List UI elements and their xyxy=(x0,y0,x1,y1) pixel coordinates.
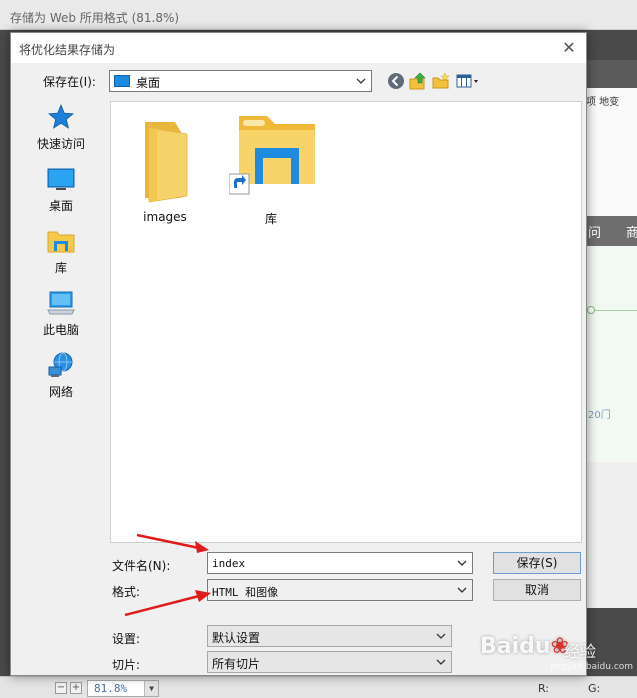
desktop-icon xyxy=(47,168,75,190)
computer-icon xyxy=(47,291,75,315)
close-icon[interactable]: ✕ xyxy=(558,37,580,59)
format-value: HTML 和图像 xyxy=(212,586,279,599)
desktop-icon xyxy=(114,75,130,87)
app-chart-dot xyxy=(587,306,595,314)
settings-label: 设置: xyxy=(112,632,141,646)
slices-select[interactable]: 所有切片 xyxy=(207,651,452,673)
dialog-titlebar: 将优化结果存储为 ✕ xyxy=(11,33,586,63)
app-chart-label: 20门 xyxy=(588,410,611,421)
slices-value: 所有切片 xyxy=(212,657,261,671)
folder-icon xyxy=(145,122,188,203)
place-library[interactable]: 库 xyxy=(21,227,101,285)
folder-item[interactable]: images xyxy=(119,112,211,224)
place-this-pc[interactable]: 此电脑 xyxy=(21,289,101,347)
new-folder-button[interactable] xyxy=(431,71,451,91)
location-value: 桌面 xyxy=(136,76,161,90)
library-label: 库 xyxy=(264,212,277,226)
app-strip xyxy=(586,60,637,88)
location-combo[interactable]: 桌面 xyxy=(109,70,372,92)
filename-value: index xyxy=(212,557,246,570)
settings-value: 默认设置 xyxy=(212,631,261,645)
chevron-down-icon xyxy=(434,654,448,670)
app-band-left: 问 xyxy=(588,226,602,241)
dialog-title: 将优化结果存储为 xyxy=(19,43,116,57)
settings-select[interactable]: 默认设置 xyxy=(207,625,452,647)
filename-input[interactable]: index xyxy=(207,552,473,574)
app-statusbar: − + 81.8% ▼ R: G: xyxy=(0,676,637,698)
app-title: 存储为 Web 所用格式 (81.8%) xyxy=(0,0,637,30)
place-label: 桌面 xyxy=(48,199,73,213)
place-label: 网络 xyxy=(48,385,73,399)
app-band-right: 商 xyxy=(626,226,637,241)
view-menu-button[interactable] xyxy=(455,71,483,91)
back-arrow-icon xyxy=(388,73,404,89)
save-dialog: 将优化结果存储为 ✕ 保存在(I): 桌面 快速访问 桌面 库 此电脑 网络 i… xyxy=(10,32,587,676)
zoom-out-button[interactable]: − xyxy=(55,682,67,694)
app-preview-panel: 项 地变 问 商 20门 xyxy=(586,60,637,608)
cancel-button[interactable]: 取消 xyxy=(493,579,581,601)
up-folder-icon xyxy=(409,72,426,90)
zoom-select[interactable]: 81.8% ▼ xyxy=(87,680,159,697)
save-in-label: 保存在(I): xyxy=(43,75,96,89)
save-button[interactable]: 保存(S) xyxy=(493,552,581,574)
places-bar: 快速访问 桌面 库 此电脑 网络 xyxy=(21,101,101,541)
network-icon xyxy=(48,352,73,377)
back-button[interactable] xyxy=(386,71,406,91)
chevron-down-icon[interactable] xyxy=(455,555,469,571)
filename-label: 文件名(N): xyxy=(112,559,171,573)
folder-label: images xyxy=(143,210,187,224)
up-folder-button[interactable] xyxy=(408,71,428,91)
place-desktop[interactable]: 桌面 xyxy=(21,165,101,223)
app-band: 问 商 xyxy=(586,216,637,246)
format-select[interactable]: HTML 和图像 xyxy=(207,579,473,601)
place-label: 此电脑 xyxy=(42,323,79,337)
place-quick-access[interactable]: 快速访问 xyxy=(21,103,101,161)
place-network[interactable]: 网络 xyxy=(21,351,101,409)
format-label: 格式: xyxy=(112,585,141,599)
app-chart-area xyxy=(586,246,637,486)
library-icon xyxy=(47,231,75,253)
new-folder-icon xyxy=(432,72,450,89)
app-bottom-block xyxy=(586,462,637,608)
zoom-value: 81.8% xyxy=(94,682,128,695)
readout-r: R: xyxy=(538,682,550,695)
library-shortcut-icon xyxy=(229,116,315,195)
zoom-in-button[interactable]: + xyxy=(70,682,82,694)
chevron-down-icon: ▼ xyxy=(144,681,158,696)
chevron-down-icon xyxy=(434,628,448,644)
app-right-tabs: 项 地变 xyxy=(586,97,620,108)
file-list[interactable]: images 库 xyxy=(110,101,582,543)
chevron-down-icon xyxy=(354,73,368,89)
readout-g: G: xyxy=(588,682,601,695)
place-label: 快速访问 xyxy=(36,137,85,151)
chevron-down-icon xyxy=(455,582,469,598)
library-shortcut-item[interactable]: 库 xyxy=(225,112,317,226)
place-label: 库 xyxy=(54,261,67,275)
star-icon xyxy=(47,103,75,129)
slices-label: 切片: xyxy=(112,658,141,672)
view-grid-icon xyxy=(456,74,478,88)
